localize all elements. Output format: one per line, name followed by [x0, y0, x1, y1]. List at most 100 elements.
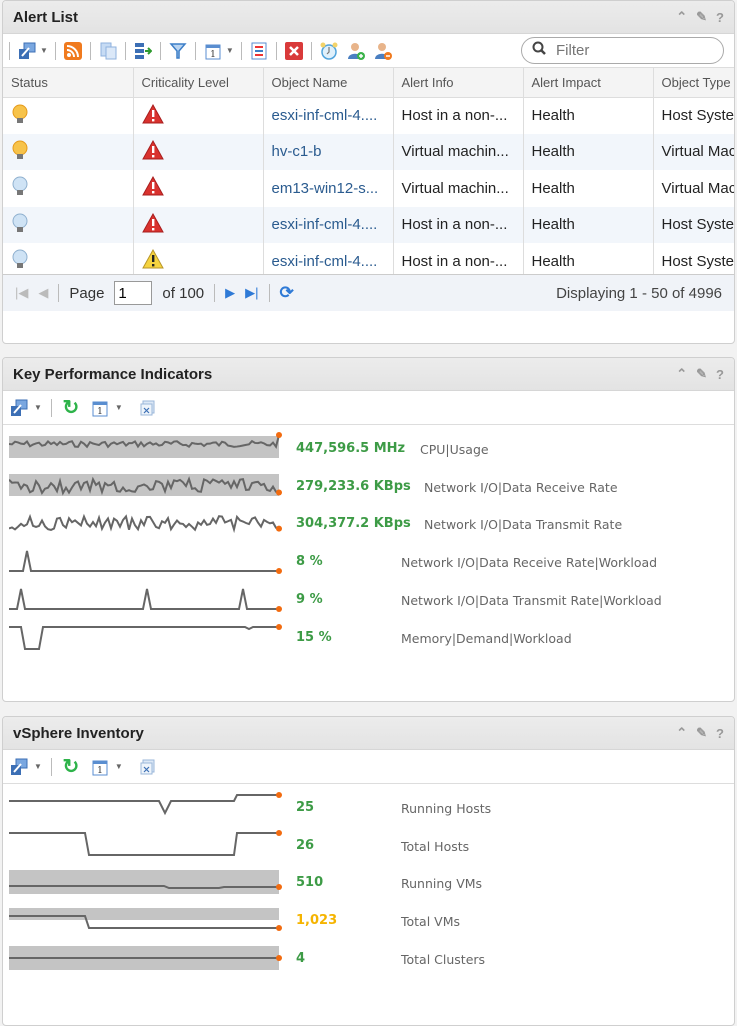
- kpi-metric-row[interactable]: 447,596.5 MHz CPU|Usage: [3, 432, 734, 470]
- export-icon[interactable]: [133, 41, 153, 61]
- chevron-down-icon[interactable]: ▼: [40, 46, 48, 55]
- list-icon[interactable]: [249, 41, 269, 61]
- inventory-metric-row[interactable]: 25 Running Hosts: [3, 791, 734, 829]
- kpi-header: Key Performance Indicators ⌃ ✎ ?: [3, 358, 734, 391]
- copy-icon[interactable]: [98, 41, 118, 61]
- criticality-cell: [133, 133, 264, 170]
- calendar-icon[interactable]: 1: [203, 41, 223, 61]
- open-in-external-icon[interactable]: [9, 398, 29, 418]
- table-row[interactable]: esxi-inf-cml-4.... Host in a non-... Hea…: [3, 206, 734, 243]
- refresh-icon[interactable]: ↻: [61, 397, 81, 419]
- collapse-icon[interactable]: ⌃: [676, 9, 687, 25]
- inventory-metric-row[interactable]: 1,023 Total VMs: [3, 904, 734, 942]
- filter-input[interactable]: [556, 42, 696, 59]
- help-icon[interactable]: ?: [716, 367, 724, 382]
- alert-list-panel: Alert List ⌃ ✎ ? ▼ 1 ▼ Filter Status Cri…: [2, 0, 735, 344]
- chevron-down-icon[interactable]: ▼: [226, 46, 234, 55]
- status-cell: [3, 206, 134, 243]
- object-name-link[interactable]: hv-c1-b: [263, 133, 394, 170]
- sparkline-path: [9, 794, 279, 816]
- calendar-icon[interactable]: 1: [90, 398, 110, 418]
- alert-impact-cell: Health: [523, 97, 654, 134]
- sparkline-current-dot: [276, 623, 282, 630]
- last-page-icon[interactable]: ▶|: [245, 285, 258, 301]
- release-user-icon[interactable]: [373, 41, 393, 61]
- col-header-alert-impact[interactable]: Alert Impact: [523, 68, 654, 98]
- metric-value: 510: [296, 875, 324, 891]
- kpi-metric-row[interactable]: 304,377.2 KBps Network I/O|Data Transmit …: [3, 507, 734, 545]
- chevron-down-icon[interactable]: ▼: [34, 762, 42, 771]
- open-in-external-icon[interactable]: [17, 41, 37, 61]
- inventory-metric-row[interactable]: 510 Running VMs: [3, 866, 734, 904]
- edit-icon[interactable]: ✎: [696, 9, 707, 25]
- search-icon: [532, 41, 546, 60]
- col-header-status[interactable]: Status: [3, 68, 134, 98]
- page-input[interactable]: [114, 281, 153, 305]
- col-header-alert-info[interactable]: Alert Info: [393, 68, 524, 98]
- inventory-metric-row[interactable]: 26 Total Hosts: [3, 829, 734, 867]
- first-page-icon[interactable]: |◀: [15, 285, 28, 301]
- inventory-toolbar: ▼ ↻ 1 ▼: [3, 750, 734, 784]
- object-name-link[interactable]: esxi-inf-cml-4....: [263, 97, 394, 134]
- critical-warning-icon: [141, 139, 164, 164]
- yellow-lightbulb-icon: [11, 104, 29, 128]
- metric-value: 25: [296, 800, 315, 815]
- next-page-icon[interactable]: ▶: [225, 285, 235, 301]
- object-type-cell: Host Syste: [653, 206, 734, 243]
- sparkline-path: [9, 625, 279, 650]
- critical-warning-icon: [141, 212, 164, 237]
- table-row[interactable]: esxi-inf-cml-4.... Host in a non-... Hea…: [3, 243, 734, 274]
- object-name-link[interactable]: em13-win12-s...: [263, 170, 394, 207]
- metric-value: 15 %: [296, 629, 332, 645]
- panel-title: Alert List: [13, 8, 79, 26]
- kpi-metric-row[interactable]: 15 % Memory|Demand|Workload: [3, 621, 734, 659]
- kpi-metric-row[interactable]: 9 % Network I/O|Data Transmit Rate|Worklo…: [3, 583, 734, 621]
- sparkline: [9, 623, 282, 650]
- table-row[interactable]: hv-c1-b Virtual machin... Health Virtual…: [3, 133, 734, 170]
- kpi-metric-row[interactable]: 279,233.6 KBps Network I/O|Data Receive R…: [3, 470, 734, 508]
- reset-icon[interactable]: [138, 757, 158, 777]
- help-icon[interactable]: ?: [716, 726, 724, 741]
- svg-text:1: 1: [210, 50, 216, 60]
- col-header-object-type[interactable]: Object Type: [653, 68, 734, 98]
- rss-icon[interactable]: [63, 41, 83, 61]
- refresh-icon[interactable]: ↻: [61, 756, 81, 778]
- status-cell: [3, 133, 134, 170]
- chevron-down-icon[interactable]: ▼: [115, 762, 123, 771]
- object-name-link[interactable]: esxi-inf-cml-4....: [263, 243, 394, 274]
- metric-value: 26: [296, 837, 315, 853]
- inventory-metric-row[interactable]: 4 Total Clusters: [3, 942, 734, 980]
- chevron-down-icon[interactable]: ▼: [115, 403, 123, 412]
- collapse-icon[interactable]: ⌃: [676, 725, 687, 741]
- sparkline-current-dot: [276, 605, 282, 612]
- object-type-cell: Host Syste: [653, 243, 734, 274]
- refresh-icon[interactable]: ⟳: [280, 283, 294, 303]
- filter-box[interactable]: [521, 37, 724, 64]
- table-row[interactable]: esxi-inf-cml-4.... Host in a non-... Hea…: [3, 97, 734, 134]
- kpi-metric-row[interactable]: 8 % Network I/O|Data Receive Rate|Workloa…: [3, 545, 734, 583]
- edit-icon[interactable]: ✎: [696, 366, 707, 382]
- col-header-object-name[interactable]: Object Name: [263, 68, 394, 98]
- help-icon[interactable]: ?: [716, 10, 724, 25]
- calendar-icon[interactable]: 1: [90, 757, 110, 777]
- metric-value: 8 %: [296, 554, 323, 570]
- metric-label: Total Hosts: [401, 838, 470, 854]
- reset-icon[interactable]: [138, 398, 158, 418]
- delete-icon[interactable]: [284, 41, 304, 61]
- metric-value: 9 %: [296, 591, 323, 607]
- assign-user-icon[interactable]: [346, 41, 366, 61]
- metric-label: Network I/O|Data Transmit Rate|Workload: [401, 592, 662, 608]
- collapse-icon[interactable]: ⌃: [676, 366, 687, 382]
- edit-icon[interactable]: ✎: [696, 725, 707, 741]
- open-in-external-icon[interactable]: [9, 757, 29, 777]
- sparkline: [9, 792, 282, 816]
- filter-icon[interactable]: [168, 41, 188, 61]
- object-name-link[interactable]: esxi-inf-cml-4....: [263, 206, 394, 243]
- chevron-down-icon[interactable]: ▼: [34, 403, 42, 412]
- alert-info-cell: Host in a non-...: [393, 243, 524, 274]
- alarm-clock-icon[interactable]: [319, 41, 339, 61]
- table-row[interactable]: em13-win12-s... Virtual machin... Health…: [3, 170, 734, 207]
- col-header-criticality[interactable]: Criticality Level: [133, 68, 264, 98]
- metric-value: 447,596.5 MHz: [296, 441, 406, 456]
- prev-page-icon[interactable]: ◀: [38, 285, 48, 301]
